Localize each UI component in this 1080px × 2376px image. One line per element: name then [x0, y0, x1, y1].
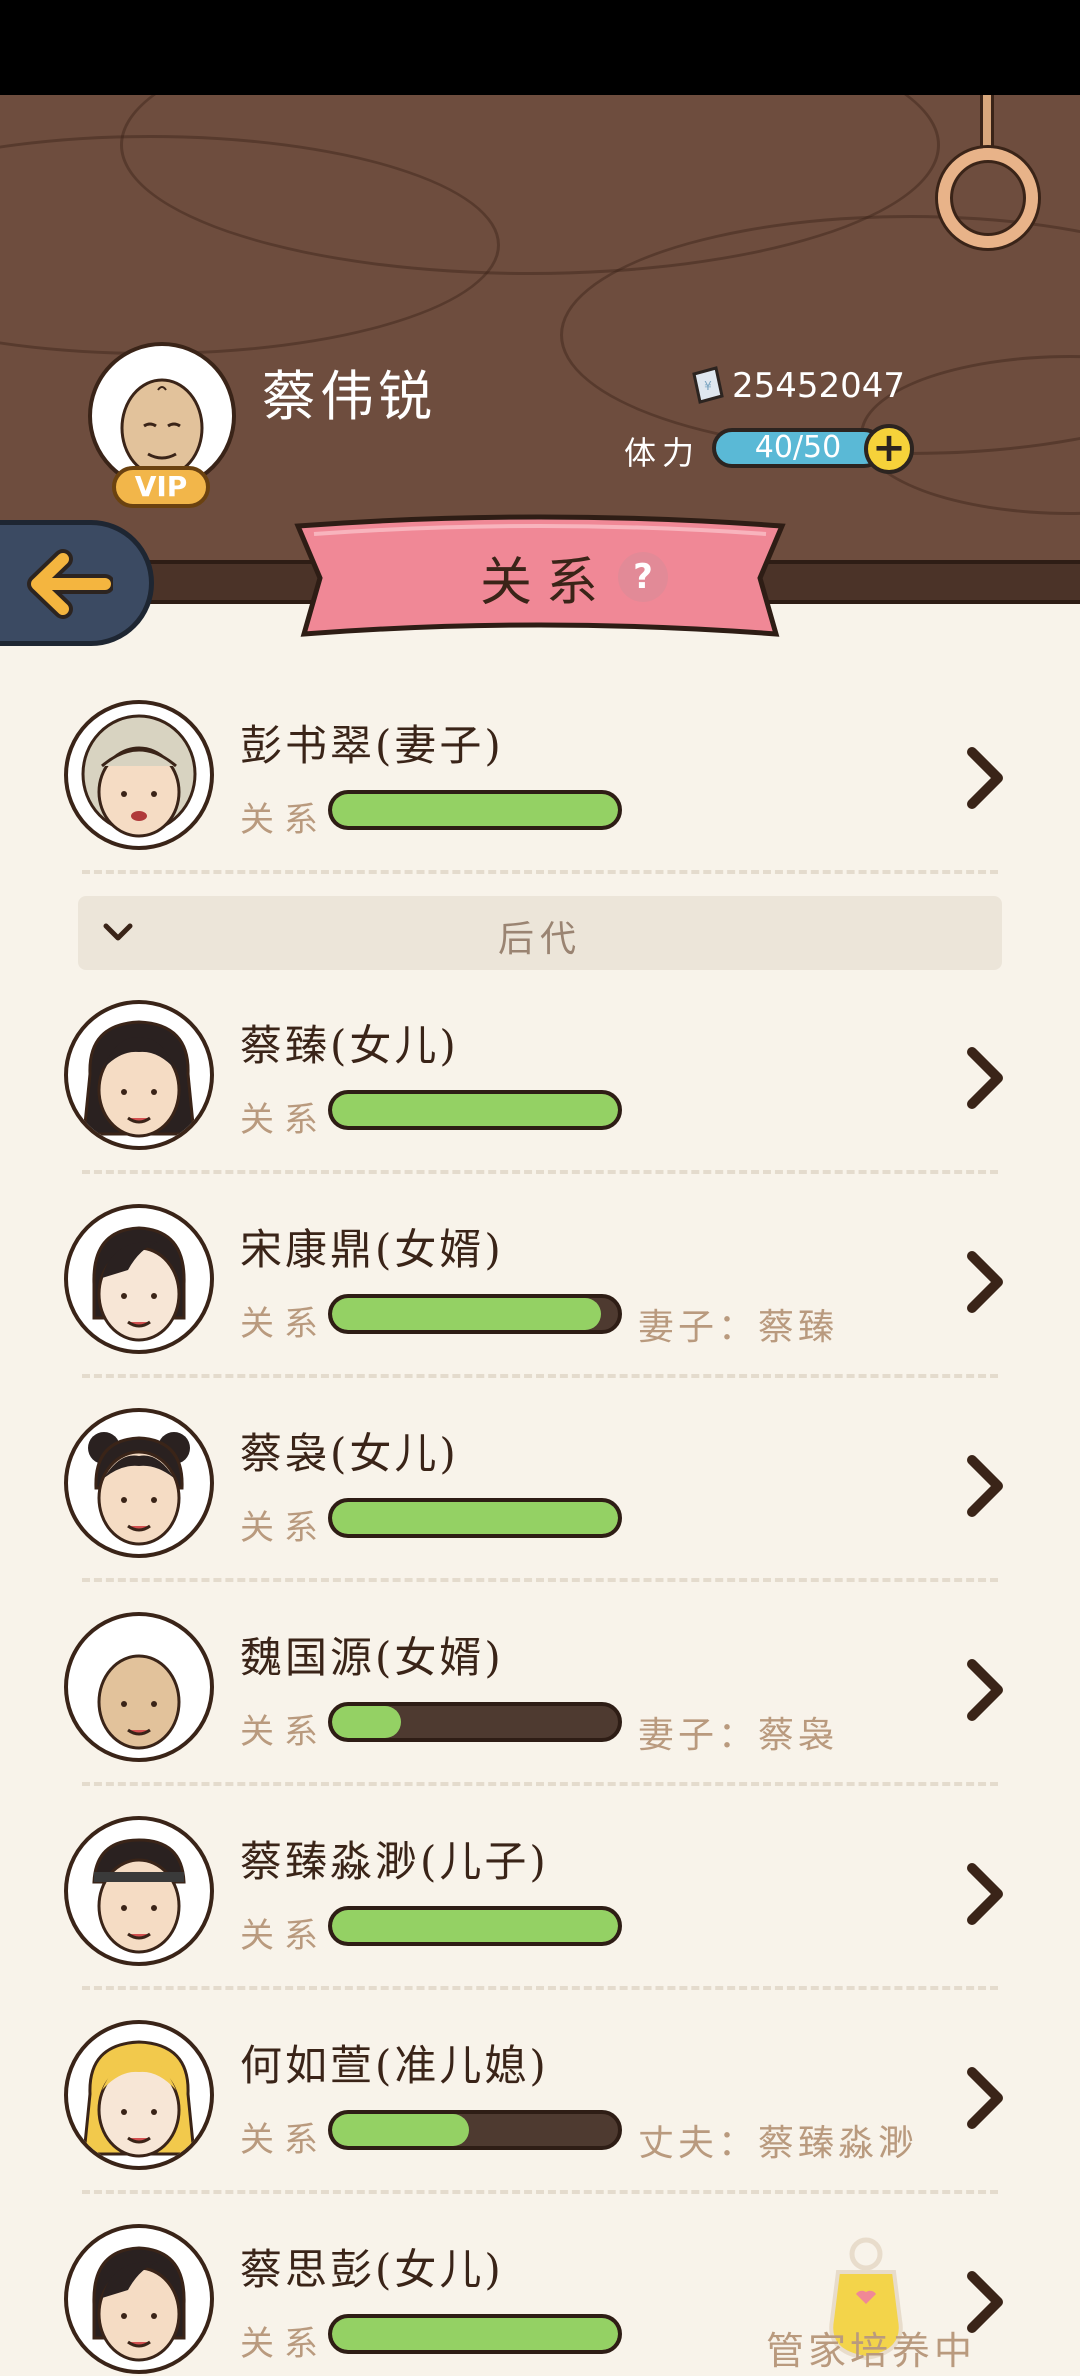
status-bar	[0, 0, 1080, 95]
member-name: 蔡袅(女儿)	[240, 1429, 459, 1478]
stamina-label: 体力	[624, 434, 701, 472]
member-name: 蔡臻(女儿)	[240, 1021, 459, 1070]
section-header-descendants[interactable]: 后代	[78, 896, 1002, 970]
page-title: 关系	[480, 553, 613, 613]
relation-bar	[328, 2110, 622, 2150]
relation-label: 关系	[240, 800, 328, 840]
member-avatar	[64, 2020, 214, 2170]
list-item-descendant[interactable]: 魏国源(女婿) 关系 妻子：蔡袅	[0, 1582, 1080, 1786]
section-label: 后代	[497, 919, 582, 960]
chevron-right-icon[interactable]	[958, 1658, 1010, 1722]
member-avatar	[64, 1816, 214, 1966]
list-item-descendant[interactable]: 蔡袅(女儿) 关系	[0, 1378, 1080, 1582]
relation-label: 关系	[240, 1916, 328, 1956]
member-name: 彭书翠(妻子)	[240, 721, 504, 770]
relation-bar-fill	[332, 794, 618, 826]
member-avatar	[64, 1204, 214, 1354]
pull-ring-icon[interactable]	[938, 148, 1038, 248]
member-name: 蔡臻淼渺(儿子)	[240, 1837, 549, 1886]
relation-bar	[328, 1294, 622, 1334]
member-avatar	[64, 1612, 214, 1762]
member-name: 魏国源(女婿)	[240, 1633, 504, 1682]
member-avatar	[64, 1408, 214, 1558]
currency-value: 25452047	[732, 366, 906, 406]
list-item-descendant[interactable]: 蔡臻淼渺(儿子) 关系	[0, 1786, 1080, 1990]
help-icon[interactable]: ?	[618, 552, 668, 602]
relation-label: 关系	[240, 1304, 328, 1344]
pull-rope[interactable]	[980, 95, 994, 155]
relation-label: 关系	[240, 2324, 328, 2364]
relation-bar	[328, 790, 622, 830]
list-item-descendant[interactable]: 宋康鼎(女婿) 关系 妻子：蔡臻	[0, 1174, 1080, 1378]
chevron-right-icon[interactable]	[958, 746, 1010, 810]
member-name: 何如萱(准儿媳)	[240, 2041, 549, 2090]
member-name: 蔡思彭(女儿)	[240, 2245, 504, 2294]
relation-bar-fill	[332, 2114, 470, 2146]
vip-badge: VIP	[112, 466, 210, 508]
back-button[interactable]	[0, 520, 154, 646]
relation-bar-fill	[332, 1706, 401, 1738]
svg-text:¥: ¥	[704, 379, 712, 393]
member-name: 宋康鼎(女婿)	[240, 1225, 504, 1274]
chevron-right-icon[interactable]	[958, 1454, 1010, 1518]
member-avatar	[64, 2224, 214, 2374]
relation-bar	[328, 1906, 622, 1946]
relation-label: 关系	[240, 2120, 328, 2160]
arrow-left-icon	[27, 549, 113, 619]
player-name: 蔡伟锐	[262, 365, 436, 428]
chevron-right-icon[interactable]	[958, 2066, 1010, 2130]
relation-label: 关系	[240, 1100, 328, 1140]
relation-bar-fill	[332, 2318, 618, 2350]
spouse-avatar	[64, 700, 214, 850]
relation-bar-fill	[332, 1094, 618, 1126]
relation-bar-fill	[332, 1502, 618, 1534]
partner-label: 妻子：蔡臻	[638, 1307, 839, 1348]
relation-bar-fill	[332, 1298, 601, 1330]
partner-label: 妻子：蔡袅	[638, 1715, 839, 1756]
stamina-bar: 40/50	[712, 428, 884, 468]
row-separator	[82, 870, 998, 874]
relation-bar	[328, 2314, 622, 2354]
relation-bar	[328, 1702, 622, 1742]
list-item-descendant[interactable]: 何如萱(准儿媳) 关系 丈夫：蔡臻淼渺	[0, 1990, 1080, 2194]
relation-bar	[328, 1498, 622, 1538]
relationship-list[interactable]: 彭书翠(妻子) 关系 后代 蔡臻(女儿) 关系 宋康鼎(女婿) 关系 妻子：蔡臻	[0, 650, 1080, 2376]
list-item-descendant[interactable]: 蔡臻(女儿) 关系	[0, 970, 1080, 1174]
relation-bar-fill	[332, 1910, 618, 1942]
relation-label: 关系	[240, 1508, 328, 1548]
list-item-spouse[interactable]: 彭书翠(妻子) 关系	[0, 670, 1080, 874]
chevron-right-icon[interactable]	[958, 1250, 1010, 1314]
partner-label: 丈夫：蔡臻淼渺	[638, 2123, 919, 2164]
add-stamina-button[interactable]: +	[864, 424, 914, 474]
chevron-right-icon[interactable]	[958, 1046, 1010, 1110]
member-avatar	[64, 1000, 214, 1150]
chevron-right-icon[interactable]	[958, 1862, 1010, 1926]
relation-label: 关系	[240, 1712, 328, 1752]
ticket-icon: ¥	[692, 366, 724, 404]
butler-status-label[interactable]: 管家培养中	[766, 2320, 976, 2375]
relation-bar	[328, 1090, 622, 1130]
